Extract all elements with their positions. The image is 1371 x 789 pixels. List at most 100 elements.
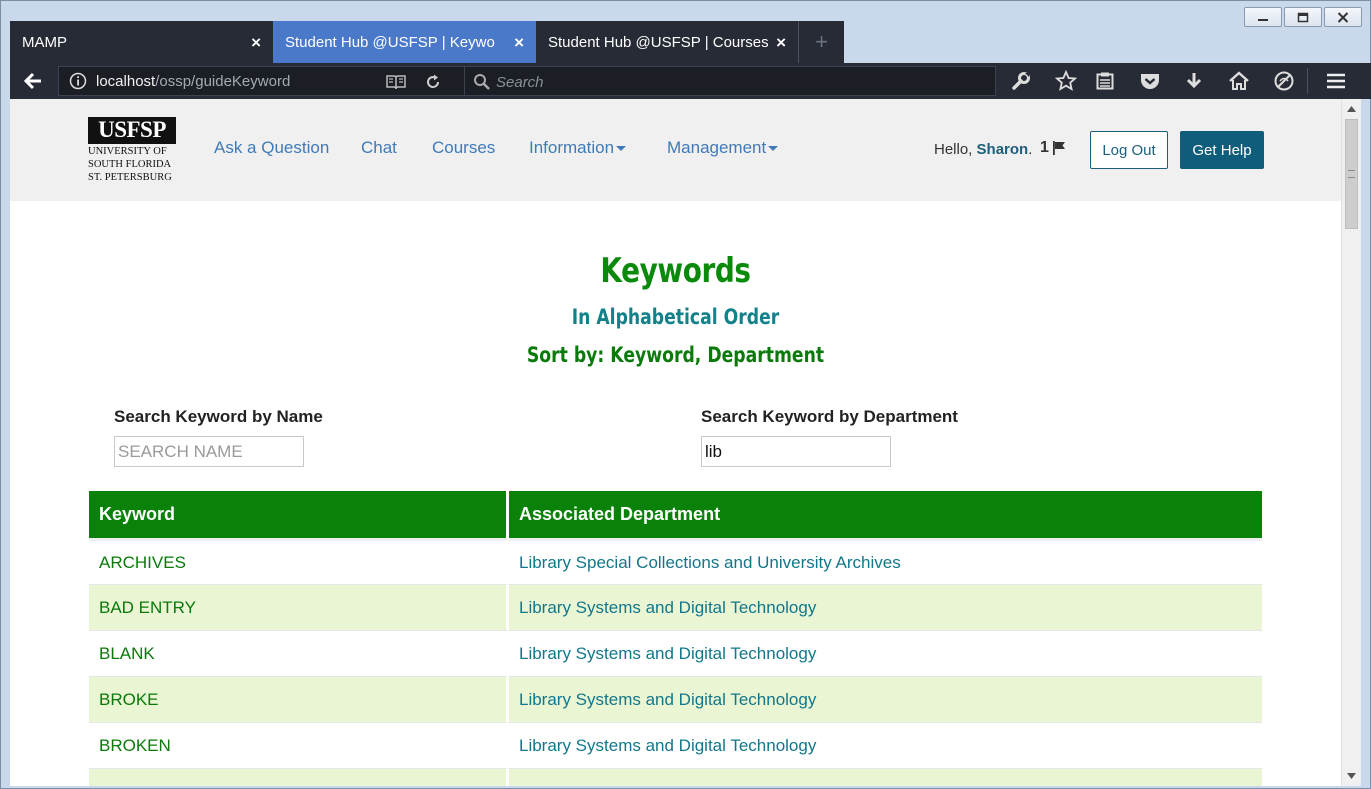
keyword-cell[interactable]: ARCHIVES <box>89 538 509 584</box>
keywords-table: Keyword Associated Department ARCHIVES L… <box>89 491 1262 786</box>
nav-courses[interactable]: Courses <box>432 138 495 158</box>
home-icon[interactable] <box>1225 68 1253 94</box>
tab-keyword-guide[interactable]: Student Hub @USFSP | Keyword G × <box>273 21 536 63</box>
restore-icon <box>1297 12 1309 22</box>
new-tab-button[interactable]: + <box>799 21 844 63</box>
table-row[interactable]: BROKE Library Systems and Digital Techno… <box>89 676 1262 722</box>
toolbar-separator <box>1307 68 1308 94</box>
department-cell[interactable]: Library Systems and Digital Technology <box>509 722 1262 768</box>
search-placeholder: Search <box>496 74 544 91</box>
flag-icon <box>1052 141 1065 155</box>
keyword-cell[interactable]: BAD ENTRY <box>89 584 509 630</box>
back-arrow-icon <box>23 72 41 90</box>
keyword-cell[interactable] <box>89 768 509 786</box>
tab-close-icon[interactable]: × <box>251 33 261 53</box>
reload-icon[interactable] <box>424 73 442 96</box>
scrollbar-thumb[interactable] <box>1345 119 1358 229</box>
tab-mamp[interactable]: MAMP × <box>10 21 273 63</box>
back-button[interactable] <box>18 67 48 95</box>
log-out-button[interactable]: Log Out <box>1090 131 1168 169</box>
page-title: Keywords <box>600 251 751 291</box>
department-cell[interactable] <box>509 768 1262 786</box>
clipboard-icon[interactable] <box>1091 68 1119 94</box>
search-department-input[interactable] <box>701 436 891 467</box>
user-name: Sharon <box>976 141 1029 158</box>
column-header-keyword[interactable]: Keyword <box>89 491 509 538</box>
download-icon[interactable] <box>1180 68 1208 94</box>
pocket-icon[interactable] <box>1136 68 1164 94</box>
plus-icon: + <box>815 29 828 54</box>
keyword-cell[interactable]: BROKE <box>89 676 509 722</box>
table-row[interactable]: ARCHIVES Library Special Collections and… <box>89 538 1262 584</box>
table-header-row: Keyword Associated Department <box>89 491 1262 538</box>
minimize-icon <box>1258 19 1268 21</box>
info-icon[interactable] <box>69 72 87 95</box>
nav-information-dropdown[interactable]: Information <box>529 138 627 158</box>
column-header-department[interactable]: Associated Department <box>509 491 1262 538</box>
nav-ask-question[interactable]: Ask a Question <box>214 138 329 158</box>
tab-close-icon[interactable]: × <box>776 33 786 53</box>
site-header: USFSP UNIVERSITY OF SOUTH FLORIDA ST. PE… <box>10 99 1341 201</box>
keyword-cell[interactable]: BROKEN <box>89 722 509 768</box>
logo-line: SOUTH FLORIDA <box>88 159 172 170</box>
flag-counter[interactable]: 1 <box>1040 139 1067 157</box>
page-subtitle: In Alphabetical Order <box>571 305 780 329</box>
search-icon <box>473 73 491 96</box>
logo-line: UNIVERSITY OF <box>88 146 167 157</box>
close-window-button[interactable] <box>1324 7 1362 27</box>
window-controls <box>1244 7 1362 27</box>
search-bar[interactable]: Search <box>464 66 996 96</box>
nav-chat[interactable]: Chat <box>361 138 397 158</box>
table-row[interactable]: BAD ENTRY Library Systems and Digital Te… <box>89 584 1262 630</box>
department-cell[interactable]: Library Systems and Digital Technology <box>509 630 1262 676</box>
get-help-button[interactable]: Get Help <box>1180 131 1264 169</box>
department-cell[interactable]: Library Systems and Digital Technology <box>509 584 1262 630</box>
navigation-toolbar: localhost/ossp/guideKeyword Search <box>10 63 1371 99</box>
tab-close-icon[interactable]: × <box>514 33 524 53</box>
tab-strip: MAMP × Student Hub @USFSP | Keyword G × … <box>10 21 844 63</box>
caret-down-icon <box>616 146 627 152</box>
tab-label: Student Hub @USFSP | Courses <box>548 33 769 51</box>
logo-mark: USFSP <box>88 117 176 144</box>
table-row[interactable]: BLANK Library Systems and Digital Techno… <box>89 630 1262 676</box>
keyword-cell[interactable]: BLANK <box>89 630 509 676</box>
url-bar[interactable]: localhost/ossp/guideKeyword <box>58 66 465 96</box>
sort-description: Sort by: Keyword, Department <box>526 343 825 367</box>
table-row[interactable]: BROKEN Library Systems and Digital Techn… <box>89 722 1262 768</box>
no-tracking-icon[interactable] <box>1270 68 1298 94</box>
url-text[interactable]: localhost/ossp/guideKeyword <box>96 73 290 90</box>
url-path: /ossp/guideKeyword <box>155 73 291 90</box>
browser-window: MAMP × Student Hub @USFSP | Keyword G × … <box>0 0 1371 789</box>
usfsp-logo[interactable]: USFSP UNIVERSITY OF SOUTH FLORIDA ST. PE… <box>88 117 178 183</box>
scroll-down-arrow-icon[interactable] <box>1342 768 1361 784</box>
logo-line: ST. PETERSBURG <box>88 172 172 183</box>
menu-icon[interactable] <box>1322 68 1350 94</box>
flag-count: 1 <box>1040 139 1049 156</box>
search-department-label: Search Keyword by Department <box>701 407 958 426</box>
vertical-scrollbar[interactable] <box>1341 99 1361 786</box>
reader-view-icon[interactable] <box>385 73 407 96</box>
minimize-button[interactable] <box>1244 7 1282 27</box>
tab-label: Student Hub @USFSP | Keyword G <box>285 33 495 51</box>
scroll-up-arrow-icon[interactable] <box>1342 101 1361 117</box>
department-cell[interactable]: Library Systems and Digital Technology <box>509 676 1262 722</box>
search-name-label: Search Keyword by Name <box>114 407 323 426</box>
url-host: localhost <box>96 73 156 90</box>
tab-courses[interactable]: Student Hub @USFSP | Courses × <box>536 21 799 63</box>
wrench-icon[interactable] <box>1007 68 1035 94</box>
department-cell[interactable]: Library Special Collections and Universi… <box>509 538 1262 584</box>
star-icon[interactable] <box>1052 68 1080 94</box>
nav-information-label: Information <box>529 138 615 157</box>
restore-button[interactable] <box>1284 7 1322 27</box>
table-row[interactable] <box>89 768 1262 786</box>
search-name-input[interactable] <box>114 436 304 467</box>
tab-label: MAMP <box>22 33 67 51</box>
caret-down-icon <box>768 146 779 152</box>
nav-management-dropdown[interactable]: Management <box>667 138 779 158</box>
nav-management-label: Management <box>667 138 767 157</box>
close-icon <box>1337 11 1349 23</box>
page-viewport: USFSP UNIVERSITY OF SOUTH FLORIDA ST. PE… <box>10 99 1341 786</box>
greeting-prefix: Hello, <box>934 141 973 158</box>
title-bar: MAMP × Student Hub @USFSP | Keyword G × … <box>1 1 1370 63</box>
greeting: Hello, Sharon. <box>934 141 1033 158</box>
